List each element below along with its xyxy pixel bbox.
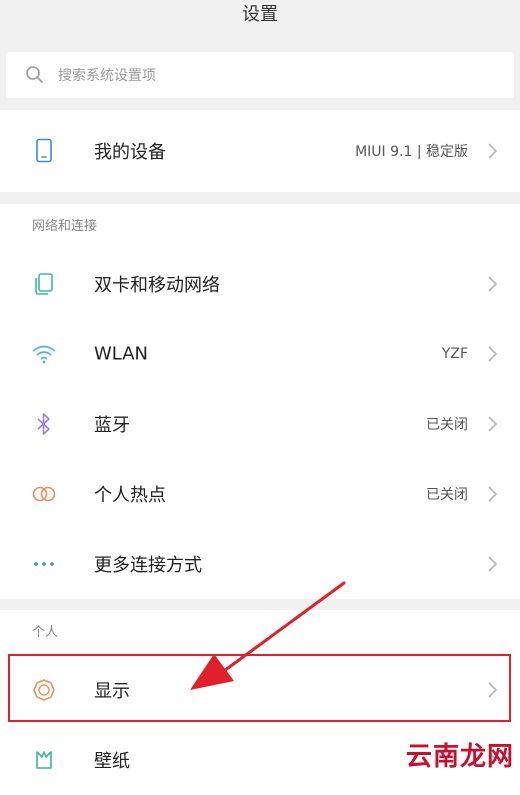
section-title-network: 网络和连接 <box>0 204 520 249</box>
row-hotspot[interactable]: 个人热点 已关闭 <box>0 459 520 529</box>
row-value: 已关闭 <box>426 417 468 433</box>
chevron-right-icon <box>488 346 498 362</box>
chevron-right-icon <box>488 276 498 292</box>
my-device-section: 我的设备 MIUI 9.1 | 稳定版 <box>0 110 520 192</box>
my-device-version: MIUI 9.1 | 稳定版 <box>355 144 468 160</box>
watermark-logo: 云南龙网 <box>405 742 514 772</box>
hotspot-icon <box>30 480 58 508</box>
row-label: 显示 <box>94 681 130 702</box>
search-placeholder: 搜索系统设置项 <box>58 68 156 84</box>
row-display[interactable]: 显示 <box>0 655 520 725</box>
my-device-label: 我的设备 <box>94 142 166 163</box>
wallpaper-icon <box>30 746 58 774</box>
row-label: 个人热点 <box>94 485 166 506</box>
search-icon <box>26 66 43 83</box>
row-label: WLAN <box>94 343 149 365</box>
row-wlan[interactable]: WLAN YZF <box>0 319 520 389</box>
page-title: 设置 <box>242 4 278 25</box>
network-section: 网络和连接 双卡和移动网络 WLAN YZF 蓝牙 已关闭 个人热点 已关闭 更… <box>0 204 520 599</box>
chevron-right-icon <box>488 682 498 698</box>
chevron-right-icon <box>488 486 498 502</box>
sim-cards-icon <box>30 270 58 298</box>
row-dual-sim[interactable]: 双卡和移动网络 <box>0 249 520 319</box>
chevron-right-icon <box>488 416 498 432</box>
my-device-row[interactable]: 我的设备 MIUI 9.1 | 稳定版 <box>0 110 520 192</box>
row-label: 更多连接方式 <box>94 555 202 576</box>
row-label: 双卡和移动网络 <box>94 275 220 296</box>
chevron-right-icon <box>488 143 498 159</box>
row-bluetooth[interactable]: 蓝牙 已关闭 <box>0 389 520 459</box>
row-value: 已关闭 <box>426 487 468 503</box>
row-label: 壁纸 <box>94 751 130 772</box>
wifi-icon <box>30 340 58 368</box>
chevron-right-icon <box>488 556 498 572</box>
row-more-connections[interactable]: 更多连接方式 <box>0 529 520 599</box>
phone-icon <box>30 137 58 165</box>
bluetooth-icon <box>30 410 58 438</box>
more-dots-icon <box>30 550 58 578</box>
row-value: YZF <box>441 346 468 362</box>
section-title-personal: 个人 <box>0 610 520 655</box>
display-brightness-icon <box>30 676 58 704</box>
row-label: 蓝牙 <box>94 415 130 436</box>
search-input[interactable]: 搜索系统设置项 <box>6 52 514 98</box>
